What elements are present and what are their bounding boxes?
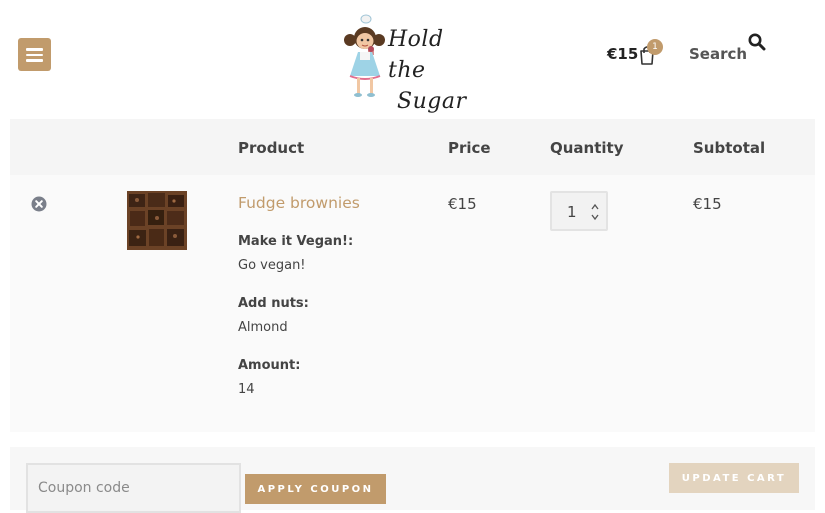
product-option-label: Make it Vegan!:	[238, 234, 354, 249]
cart-table: Product Price Quantity Subtotal Fudge br…	[10, 119, 815, 432]
product-option-value: Almond	[238, 320, 288, 335]
site-logo[interactable]: Hold the Sugar	[338, 10, 488, 114]
apply-coupon-button[interactable]: APPLY COUPON	[245, 474, 386, 504]
cart-count-badge: 1	[647, 39, 663, 55]
item-subtotal: €15	[693, 195, 722, 213]
item-price: €15	[448, 195, 477, 213]
coupon-code-input[interactable]	[26, 463, 241, 513]
quantity-value[interactable]: 1	[567, 203, 577, 221]
quantity-stepper[interactable]: 1	[550, 191, 608, 231]
hamburger-menu-icon-bar	[26, 59, 43, 62]
column-header-price: Price	[448, 139, 491, 157]
logo-girl-illustration	[344, 14, 385, 97]
search-icon[interactable]	[748, 33, 766, 51]
column-header-quantity: Quantity	[550, 139, 624, 157]
cart-actions: APPLY COUPON UPDATE CART	[10, 447, 815, 513]
remove-circle-x-icon[interactable]	[31, 196, 47, 212]
table-header-row: Product Price Quantity Subtotal	[10, 119, 815, 175]
product-option-value: Go vegan!	[238, 258, 306, 273]
header-cart-total[interactable]: €15	[607, 45, 638, 63]
product-option-label: Add nuts:	[238, 296, 309, 311]
hamburger-menu-icon-bar	[26, 53, 43, 56]
site-header: Hold the Sugar €15 1 Search	[0, 0, 825, 118]
spinner-arrows-icon[interactable]	[590, 201, 600, 223]
product-option-label: Amount:	[238, 358, 301, 373]
menu-button[interactable]	[18, 38, 51, 71]
column-header-product: Product	[238, 139, 305, 157]
hamburger-menu-icon	[26, 48, 43, 51]
column-header-subtotal: Subtotal	[693, 139, 766, 157]
search-label[interactable]: Search	[689, 45, 747, 63]
logo-line-1: Hold the	[388, 27, 444, 83]
product-name-link[interactable]: Fudge brownies	[238, 194, 360, 212]
update-cart-button[interactable]: UPDATE CART	[669, 463, 799, 493]
logo-wordmark: Hold the Sugar	[388, 24, 488, 117]
logo-line-2: Sugar	[397, 89, 467, 114]
product-option-value: 14	[238, 382, 255, 397]
product-thumbnail[interactable]	[127, 191, 187, 250]
